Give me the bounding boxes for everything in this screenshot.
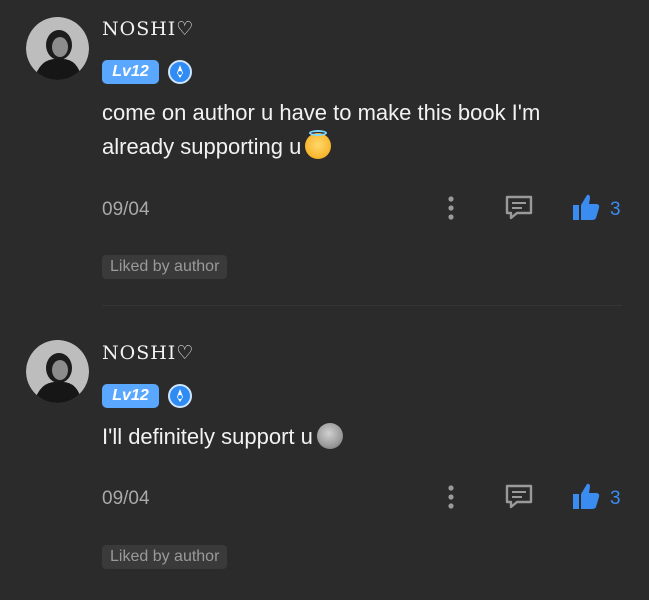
comment-date: 09/04 [102,199,150,220]
avatar[interactable] [26,340,89,403]
comment-text: I'll definitely support u [102,420,602,454]
username[interactable]: NOSHI♡ [102,342,194,364]
like-count: 3 [610,488,621,509]
avatar[interactable] [26,17,89,80]
comment-text-content: I'll definitely support u [102,424,313,449]
level-icon [168,60,192,84]
level-icon [168,384,192,408]
comment-date: 09/04 [102,488,150,509]
level-number: 12 [130,387,149,404]
level-badge: Lv12 [102,60,159,84]
username[interactable]: NOSHI♡ [102,18,194,40]
thumbs-up-icon[interactable] [571,482,601,510]
level-prefix: Lv [112,63,131,80]
divider [102,305,622,306]
smiling-face-with-halo-icon [305,130,332,159]
more-options-icon[interactable] [444,195,458,221]
liked-by-author-badge: Liked by author [102,545,228,569]
thumbs-up-icon[interactable] [571,193,601,221]
liked-by-author-badge: Liked by author [102,255,228,279]
comment-text: come on author u have to make this book … [102,96,602,164]
level-badge: Lv12 [102,384,159,408]
new-moon-face-icon [316,423,343,449]
reply-icon[interactable] [504,483,534,509]
more-options-icon[interactable] [444,484,458,510]
reply-icon[interactable] [504,194,534,220]
level-prefix: Lv [112,387,131,404]
level-number: 12 [130,63,149,80]
like-count: 3 [610,199,621,220]
